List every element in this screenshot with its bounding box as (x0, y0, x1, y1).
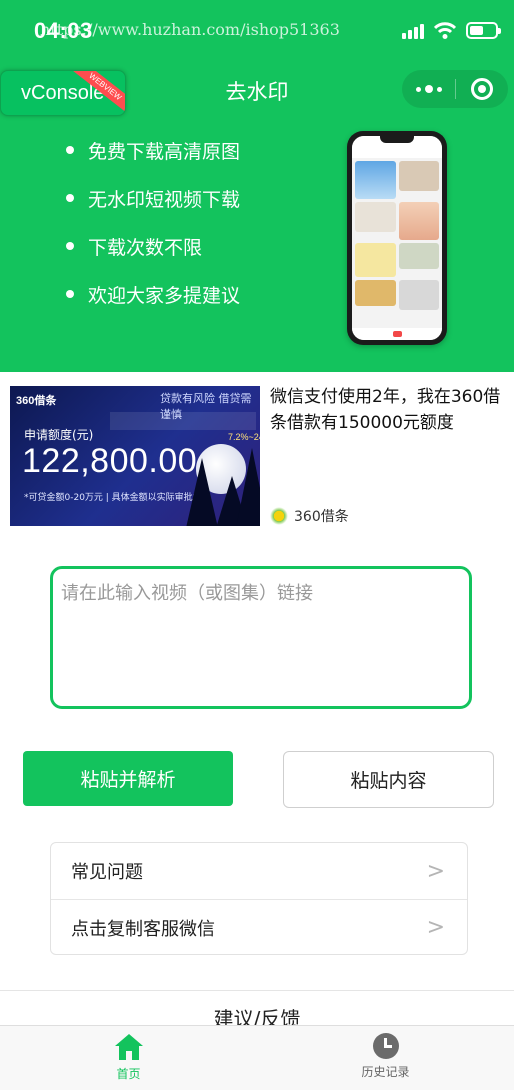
ad-banner-fineprint (110, 412, 256, 430)
tree-graphic (236, 448, 260, 526)
ad-banner-note: *可贷金额0-20万元 | 具体金额以实际审批为准 (24, 493, 211, 503)
ad-brand: 360借条 (270, 506, 349, 526)
tab-home[interactable]: 首页 (0, 1026, 257, 1090)
tree-graphic (186, 458, 218, 526)
menu-item-copy-wechat[interactable]: 点击复制客服微信 > (51, 899, 467, 955)
watermark-text: https://www.huzhan.com/ishop51363 (40, 20, 340, 39)
feature-item: 无水印短视频下载 (66, 174, 240, 222)
brand-logo-icon (270, 507, 288, 525)
battery-icon (466, 22, 501, 39)
menu-item-faq[interactable]: 常见问题 > (51, 843, 467, 899)
link-input[interactable] (50, 566, 472, 709)
phone-mockup-image (347, 131, 447, 345)
bullet-icon (66, 242, 74, 250)
tab-label: 历史记录 (361, 1065, 410, 1079)
ad-title[interactable]: 微信支付使用2年，我在360借条借款有150000元额度 (270, 384, 510, 436)
clock-icon (372, 1033, 399, 1059)
close-mini-program-icon[interactable] (456, 70, 508, 108)
more-icon[interactable] (402, 70, 455, 108)
ad-banner-image[interactable]: 360借条 贷款有风险 借贷需谨慎 7.2%~24% 申请额度(元) 122,8… (10, 386, 260, 526)
bullet-icon (66, 194, 74, 202)
menu-list: 常见问题 > 点击复制客服微信 > (50, 842, 468, 955)
mini-program-capsule (402, 70, 508, 108)
feedback-button[interactable]: 建议/反馈 (0, 990, 514, 1031)
feature-item: 免费下载高清原图 (66, 126, 240, 174)
feature-item: 欢迎大家多提建议 (66, 270, 240, 318)
ad-banner-rate: 7.2%~24% (228, 432, 260, 442)
feature-list: 免费下载高清原图 无水印短视频下载 下载次数不限 欢迎大家多提建议 (66, 126, 240, 318)
status-icons (402, 22, 501, 39)
home-icon (114, 1034, 143, 1060)
tab-bar: 首页 历史记录 (0, 1025, 514, 1090)
bullet-icon (66, 290, 74, 298)
paste-content-button[interactable]: 粘贴内容 (283, 751, 494, 808)
chevron-right-icon: > (426, 915, 445, 940)
wifi-icon (434, 22, 456, 39)
tab-history[interactable]: 历史记录 (257, 1026, 514, 1090)
ad-card[interactable]: 360借条 贷款有风险 借贷需谨慎 7.2%~24% 申请额度(元) 122,8… (0, 372, 514, 534)
feature-item: 下载次数不限 (66, 222, 240, 270)
chevron-right-icon: > (426, 858, 445, 884)
ad-banner-label: 申请额度(元) (24, 428, 94, 442)
ad-banner-amount: 122,800.00 (22, 442, 198, 480)
ad-brand-label: 360借条 (294, 509, 349, 525)
menu-item-label: 点击复制客服微信 (71, 918, 215, 940)
signal-icon (402, 23, 424, 39)
menu-item-label: 常见问题 (71, 862, 143, 883)
ad-banner-logo: 360借条 (16, 395, 57, 407)
header: 04:03 https://www.huzhan.com/ishop51363 … (0, 0, 514, 372)
tab-label: 首页 (116, 1067, 141, 1081)
paste-and-parse-button[interactable]: 粘贴并解析 (23, 751, 233, 806)
bullet-icon (66, 146, 74, 154)
